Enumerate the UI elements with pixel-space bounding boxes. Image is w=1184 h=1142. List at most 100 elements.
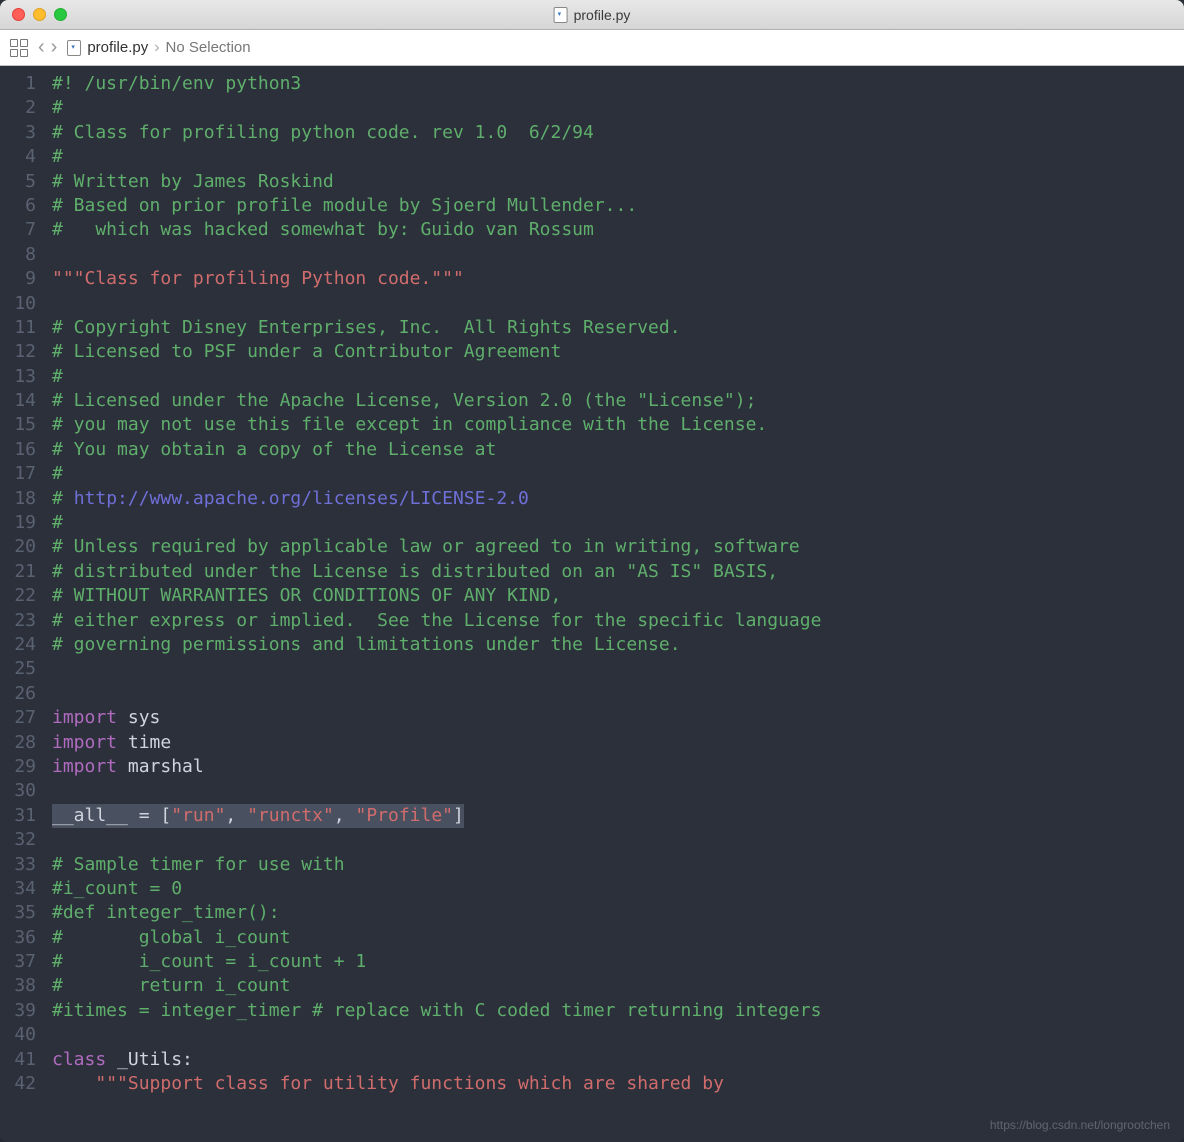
code-line[interactable]: #i_count = 0 xyxy=(52,877,821,901)
code-line[interactable] xyxy=(52,243,821,267)
line-number: 22 xyxy=(0,584,36,608)
line-number: 28 xyxy=(0,731,36,755)
code-line[interactable]: # global i_count xyxy=(52,926,821,950)
line-number: 32 xyxy=(0,828,36,852)
line-number: 16 xyxy=(0,438,36,462)
nav-back-button[interactable]: ‹ xyxy=(38,36,45,59)
code-line[interactable]: # governing permissions and limitations … xyxy=(52,633,821,657)
code-line[interactable]: # WITHOUT WARRANTIES OR CONDITIONS OF AN… xyxy=(52,584,821,608)
line-number: 13 xyxy=(0,365,36,389)
code-line[interactable]: # which was hacked somewhat by: Guido va… xyxy=(52,218,821,242)
line-number: 42 xyxy=(0,1072,36,1096)
code-line[interactable] xyxy=(52,292,821,316)
line-number: 14 xyxy=(0,389,36,413)
line-number: 18 xyxy=(0,487,36,511)
related-items-icon[interactable] xyxy=(10,39,28,57)
watermark-text: https://blog.csdn.net/longrootchen xyxy=(990,1118,1170,1132)
code-line[interactable]: #itimes = integer_timer # replace with C… xyxy=(52,999,821,1023)
line-number-gutter: 1234567891011121314151617181920212223242… xyxy=(0,66,46,1142)
line-number: 31 xyxy=(0,804,36,828)
line-number: 40 xyxy=(0,1023,36,1047)
traffic-lights xyxy=(0,8,67,21)
line-number: 20 xyxy=(0,535,36,559)
editor[interactable]: 1234567891011121314151617181920212223242… xyxy=(0,66,1184,1142)
line-number: 8 xyxy=(0,243,36,267)
code-line[interactable]: import sys xyxy=(52,706,821,730)
file-icon xyxy=(554,7,568,23)
line-number: 21 xyxy=(0,560,36,584)
code-line[interactable]: # either express or implied. See the Lic… xyxy=(52,609,821,633)
line-number: 17 xyxy=(0,462,36,486)
code-line[interactable]: import marshal xyxy=(52,755,821,779)
line-number: 33 xyxy=(0,853,36,877)
code-line[interactable]: #def integer_timer(): xyxy=(52,901,821,925)
line-number: 19 xyxy=(0,511,36,535)
code-line[interactable]: # xyxy=(52,96,821,120)
line-number: 7 xyxy=(0,218,36,242)
toolbar: ‹ › profile.py › No Selection xyxy=(0,30,1184,66)
line-number: 6 xyxy=(0,194,36,218)
line-number: 37 xyxy=(0,950,36,974)
code-line[interactable]: # i_count = i_count + 1 xyxy=(52,950,821,974)
minimize-button[interactable] xyxy=(33,8,46,21)
code-line[interactable]: """Support class for utility functions w… xyxy=(52,1072,821,1096)
code-line[interactable]: # xyxy=(52,511,821,535)
code-line[interactable]: # xyxy=(52,145,821,169)
breadcrumb: profile.py › No Selection xyxy=(67,39,250,57)
code-line[interactable]: # Based on prior profile module by Sjoer… xyxy=(52,194,821,218)
code-line[interactable]: import time xyxy=(52,731,821,755)
line-number: 39 xyxy=(0,999,36,1023)
line-number: 1 xyxy=(0,72,36,96)
code-line[interactable] xyxy=(52,682,821,706)
code-line[interactable]: # return i_count xyxy=(52,974,821,998)
chevron-right-icon: › xyxy=(154,39,159,57)
code-line[interactable]: __all__ = ["run", "runctx", "Profile"] xyxy=(52,804,821,828)
line-number: 24 xyxy=(0,633,36,657)
nav-arrows: ‹ › xyxy=(38,36,57,59)
line-number: 27 xyxy=(0,706,36,730)
code-line[interactable]: # Unless required by applicable law or a… xyxy=(52,535,821,559)
close-button[interactable] xyxy=(12,8,25,21)
code-line[interactable] xyxy=(52,657,821,681)
code-area[interactable]: #! /usr/bin/env python3## Class for prof… xyxy=(46,66,821,1142)
breadcrumb-selection[interactable]: No Selection xyxy=(166,39,251,56)
line-number: 35 xyxy=(0,901,36,925)
line-number: 26 xyxy=(0,682,36,706)
code-line[interactable]: # you may not use this file except in co… xyxy=(52,413,821,437)
code-line[interactable]: class _Utils: xyxy=(52,1048,821,1072)
code-line[interactable]: # distributed under the License is distr… xyxy=(52,560,821,584)
line-number: 36 xyxy=(0,926,36,950)
line-number: 25 xyxy=(0,657,36,681)
line-number: 12 xyxy=(0,340,36,364)
code-line[interactable]: """Class for profiling Python code.""" xyxy=(52,267,821,291)
code-line[interactable] xyxy=(52,828,821,852)
code-line[interactable]: # Sample timer for use with xyxy=(52,853,821,877)
code-line[interactable] xyxy=(52,779,821,803)
line-number: 23 xyxy=(0,609,36,633)
line-number: 9 xyxy=(0,267,36,291)
line-number: 34 xyxy=(0,877,36,901)
code-line[interactable]: # xyxy=(52,365,821,389)
line-number: 30 xyxy=(0,779,36,803)
line-number: 2 xyxy=(0,96,36,120)
nav-forward-button[interactable]: › xyxy=(51,36,58,59)
code-line[interactable]: # Copyright Disney Enterprises, Inc. All… xyxy=(52,316,821,340)
code-line[interactable]: # Class for profiling python code. rev 1… xyxy=(52,121,821,145)
code-line[interactable]: # You may obtain a copy of the License a… xyxy=(52,438,821,462)
code-line[interactable] xyxy=(52,1023,821,1047)
code-line[interactable]: # xyxy=(52,462,821,486)
code-line[interactable]: # Licensed to PSF under a Contributor Ag… xyxy=(52,340,821,364)
file-icon xyxy=(67,40,81,56)
line-number: 11 xyxy=(0,316,36,340)
editor-window: profile.py ‹ › profile.py › No Selection… xyxy=(0,0,1184,1142)
line-number: 5 xyxy=(0,170,36,194)
code-line[interactable]: # http://www.apache.org/licenses/LICENSE… xyxy=(52,487,821,511)
line-number: 3 xyxy=(0,121,36,145)
line-number: 10 xyxy=(0,292,36,316)
code-line[interactable]: # Licensed under the Apache License, Ver… xyxy=(52,389,821,413)
maximize-button[interactable] xyxy=(54,8,67,21)
code-line[interactable]: # Written by James Roskind xyxy=(52,170,821,194)
breadcrumb-file[interactable]: profile.py xyxy=(87,39,148,56)
code-line[interactable]: #! /usr/bin/env python3 xyxy=(52,72,821,96)
title-text: profile.py xyxy=(574,7,631,23)
